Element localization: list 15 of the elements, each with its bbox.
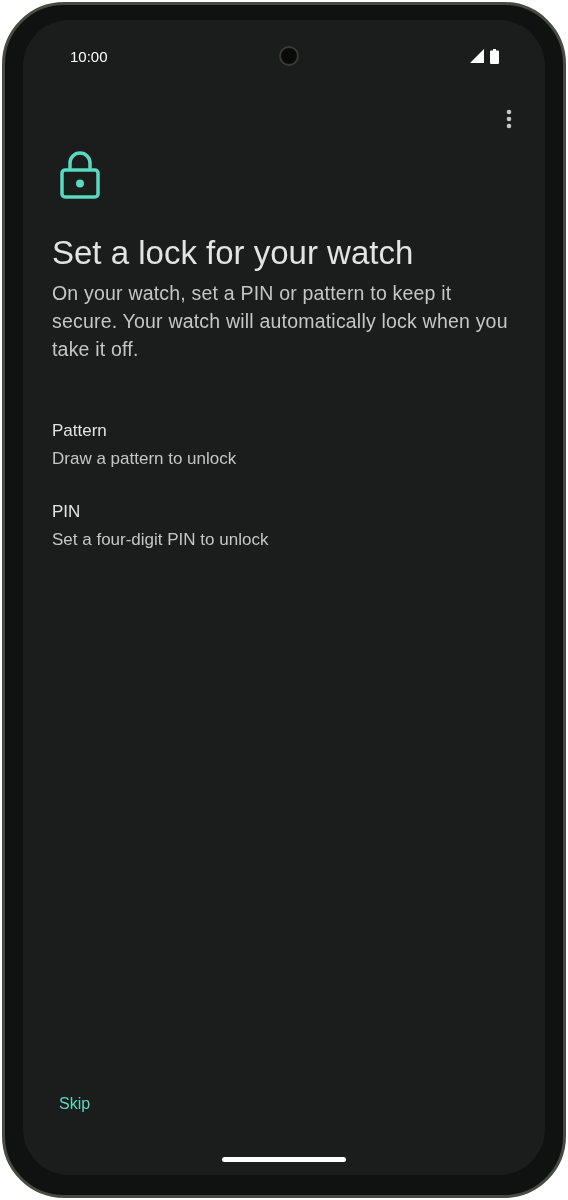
status-time: 10:00 (70, 47, 108, 65)
more-menu-icon[interactable] (506, 109, 512, 129)
description-text: On your watch, set a PIN or pattern to keep it secure. Your watch will automatically lock when you take it off. (52, 281, 509, 362)
option-title: Pattern (52, 421, 108, 441)
skip-button[interactable]: Skip (47, 1087, 103, 1121)
option-subtitle: Set a four-digit PIN to unlock (52, 530, 270, 550)
page-title: Set a lock for your watch (52, 233, 415, 273)
battery-icon (490, 48, 499, 64)
option-subtitle: Draw a pattern to unlock (52, 449, 238, 469)
option-title: PIN (52, 502, 82, 522)
lock-option[interactable]: Pattern Draw a pattern to unlock (52, 421, 517, 469)
lock-option[interactable]: PIN Set a four-digit PIN to unlock (52, 502, 517, 550)
camera-icon (278, 46, 299, 66)
signal-icon (470, 49, 484, 63)
lock-icon (60, 151, 100, 199)
